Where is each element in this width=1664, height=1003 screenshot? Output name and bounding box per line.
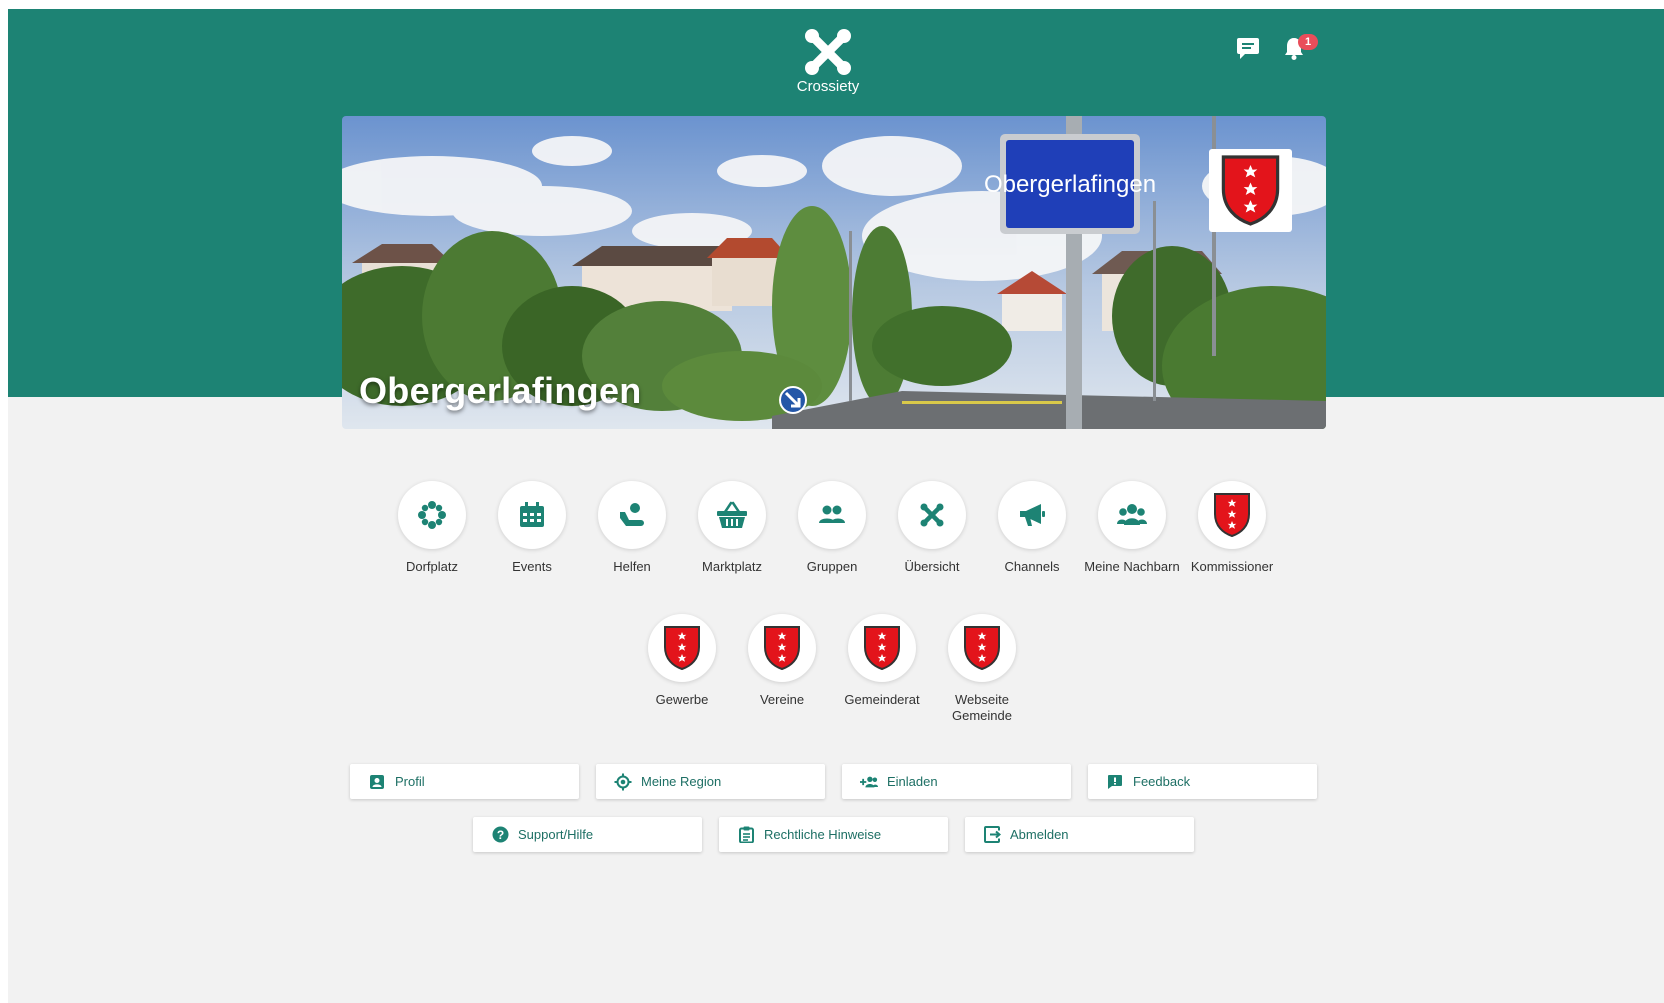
town-sign-text: Obergerlafingen	[984, 171, 1156, 198]
brand-name: Crossiety	[796, 78, 860, 95]
crest-icon	[864, 626, 900, 670]
hero-banner: Obergerlafingen Obergerlafingen	[342, 116, 1326, 429]
app-webseite-gemeinde[interactable]: Webseite Gemeinde	[922, 614, 1042, 724]
crest-icon	[764, 626, 800, 670]
support-hilfe-button[interactable]: ? Support/Hilfe	[473, 817, 702, 852]
people-icon	[819, 505, 845, 523]
notification-badge: 1	[1298, 34, 1318, 50]
crest-icon	[1214, 493, 1250, 537]
crest-icon	[664, 626, 700, 670]
app-kommissioner[interactable]: Kommissioner	[1172, 481, 1292, 575]
notifications-button[interactable]: 1	[1282, 34, 1322, 62]
basket-icon	[717, 501, 747, 528]
dorfplatz-icon	[418, 501, 446, 529]
location-icon	[614, 773, 632, 791]
chat-icon[interactable]	[1234, 34, 1262, 62]
profile-icon	[368, 773, 386, 791]
feedback-icon	[1106, 773, 1124, 791]
profil-button[interactable]: Profil	[350, 764, 579, 799]
crossiety-icon	[920, 503, 944, 527]
crest-icon	[1221, 155, 1280, 226]
svg-text:?: ?	[496, 828, 503, 842]
crest-icon	[964, 626, 1000, 670]
group-icon	[1117, 504, 1147, 525]
clipboard-icon	[737, 826, 755, 844]
rechtliche-hinweise-button[interactable]: Rechtliche Hinweise	[719, 817, 948, 852]
municipality-crest	[1209, 149, 1292, 232]
crossiety-logo-icon[interactable]	[800, 24, 856, 80]
feedback-button[interactable]: Feedback	[1088, 764, 1317, 799]
einladen-button[interactable]: Einladen	[842, 764, 1071, 799]
abmelden-button[interactable]: Abmelden	[965, 817, 1194, 852]
app-label: Kommissioner	[1190, 559, 1274, 574]
megaphone-icon	[1020, 504, 1045, 526]
help-icon: ?	[491, 826, 509, 844]
logout-icon	[983, 826, 1001, 844]
calendar-icon	[520, 502, 544, 527]
community-title: Obergerlafingen	[359, 370, 642, 411]
invite-icon	[860, 773, 878, 791]
meine-region-button[interactable]: Meine Region	[596, 764, 825, 799]
app-frame: Crossiety 1 Obergerlafingen Obergerlafin…	[8, 9, 1664, 1003]
app-label: Webseite Gemeinde	[952, 692, 1012, 723]
helping-hand-icon	[620, 503, 644, 526]
